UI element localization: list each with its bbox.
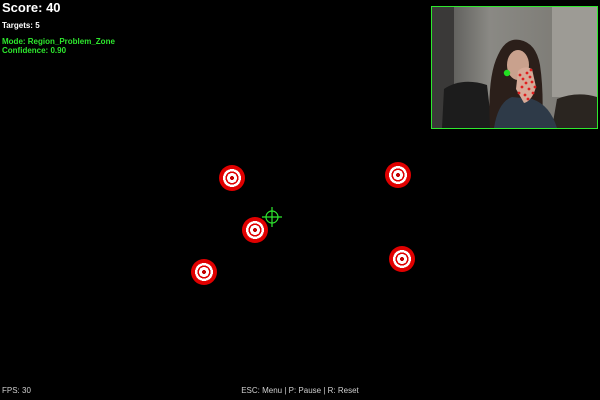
target-4[interactable] xyxy=(389,246,415,272)
crosshair-icon xyxy=(261,206,283,228)
game-canvas[interactable]: Score: 40 Targets: 5 Mode: Region_Proble… xyxy=(0,0,600,400)
target-5[interactable] xyxy=(191,259,217,285)
target-2[interactable] xyxy=(385,162,411,188)
confidence-label: Confidence: 0.90 xyxy=(2,46,67,55)
targets-count-label: Targets: 5 xyxy=(2,21,40,30)
controls-hint: ESC: Menu | P: Pause | R: Reset xyxy=(241,386,359,395)
mode-label: Mode: Region_Problem_Zone xyxy=(2,37,115,46)
score-label: Score: 40 xyxy=(2,0,61,15)
webcam-feed-image xyxy=(432,7,597,128)
webcam-preview xyxy=(431,6,598,129)
target-1[interactable] xyxy=(219,165,245,191)
